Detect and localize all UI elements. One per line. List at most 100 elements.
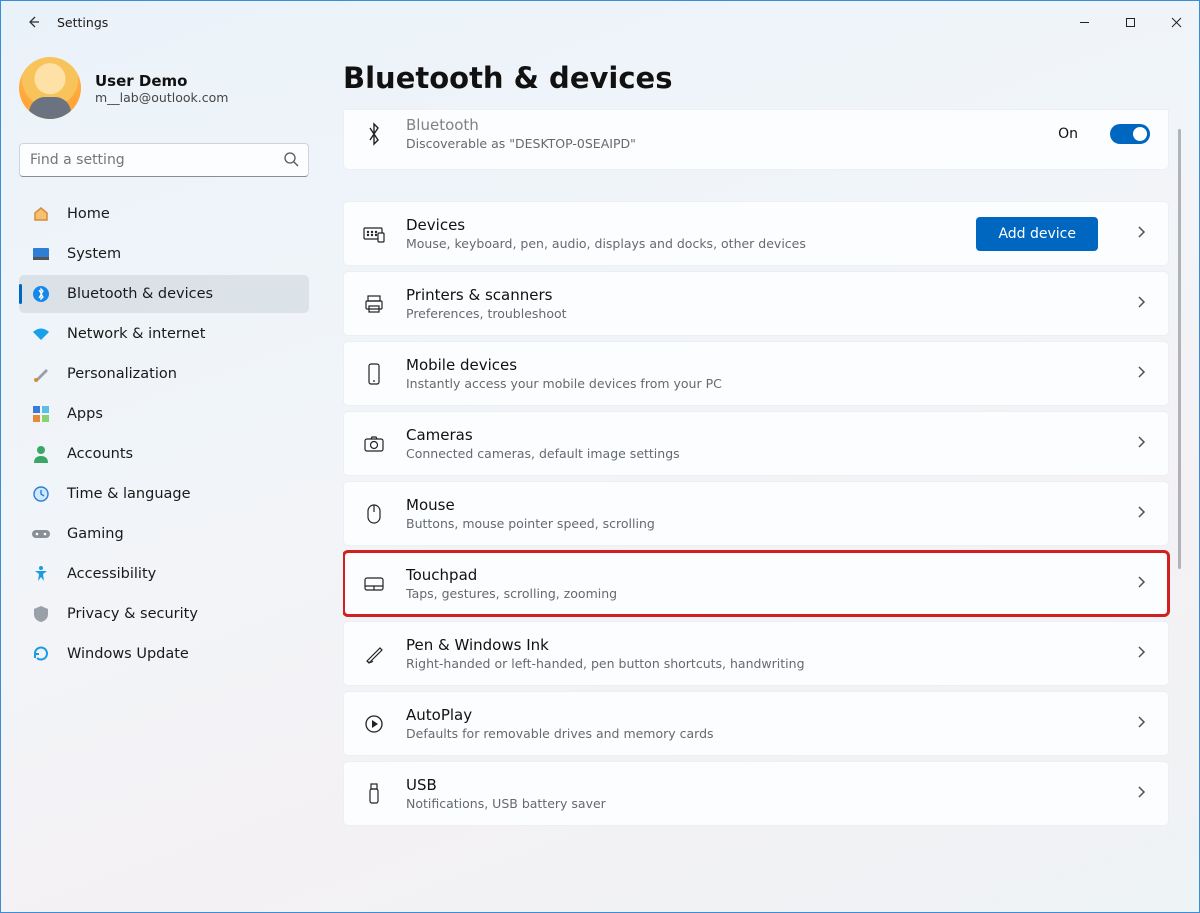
mouse-icon <box>362 503 386 525</box>
nav-label: Accounts <box>67 446 133 462</box>
nav-label: Bluetooth & devices <box>67 286 213 302</box>
clock-globe-icon <box>31 484 51 504</box>
avatar <box>19 57 81 119</box>
back-button[interactable] <box>19 8 47 36</box>
nav-accounts[interactable]: Accounts <box>19 435 309 473</box>
nav-label: Network & internet <box>67 326 205 342</box>
window-title: Settings <box>57 15 108 30</box>
bluetooth-state-label: On <box>1058 126 1078 142</box>
touchpad-title: Touchpad <box>406 566 1112 584</box>
nav-label: Time & language <box>67 486 191 502</box>
printers-subtitle: Preferences, troubleshoot <box>406 306 1112 321</box>
nav-label: System <box>67 246 121 262</box>
sidebar: User Demo m__lab@outlook.com Home System… <box>1 43 323 912</box>
chevron-right-icon <box>1132 294 1150 313</box>
mobile-subtitle: Instantly access your mobile devices fro… <box>406 376 1112 391</box>
devices-card[interactable]: Devices Mouse, keyboard, pen, audio, dis… <box>343 201 1169 266</box>
maximize-icon <box>1125 17 1136 28</box>
gamepad-icon <box>31 524 51 544</box>
nav-label: Gaming <box>67 526 124 542</box>
camera-icon <box>362 435 386 453</box>
cameras-title: Cameras <box>406 426 1112 444</box>
chevron-right-icon <box>1132 784 1150 803</box>
bluetooth-glyph-icon <box>362 122 386 146</box>
nav-bluetooth-devices[interactable]: Bluetooth & devices <box>19 275 309 313</box>
autoplay-card[interactable]: AutoPlay Defaults for removable drives a… <box>343 691 1169 756</box>
touchpad-card[interactable]: Touchpad Taps, gestures, scrolling, zoom… <box>343 551 1169 616</box>
nav-label: Accessibility <box>67 566 156 582</box>
pen-icon <box>362 644 386 664</box>
chevron-right-icon <box>1132 434 1150 453</box>
system-icon <box>31 244 51 264</box>
nav-network[interactable]: Network & internet <box>19 315 309 353</box>
page-title: Bluetooth & devices <box>343 43 1181 109</box>
search-container <box>19 143 309 177</box>
phone-icon <box>362 363 386 385</box>
profile-email: m__lab@outlook.com <box>95 90 228 105</box>
usb-icon <box>362 783 386 805</box>
chevron-right-icon <box>1132 504 1150 523</box>
nav-apps[interactable]: Apps <box>19 395 309 433</box>
printers-card[interactable]: Printers & scanners Preferences, trouble… <box>343 271 1169 336</box>
add-device-button[interactable]: Add device <box>976 217 1098 251</box>
chevron-right-icon <box>1132 644 1150 663</box>
nav-gaming[interactable]: Gaming <box>19 515 309 553</box>
bluetooth-icon <box>31 284 51 304</box>
minimize-button[interactable] <box>1061 1 1107 43</box>
nav-label: Apps <box>67 406 103 422</box>
settings-scroll-area[interactable]: Bluetooth Discoverable as "DESKTOP-0SEAI… <box>343 109 1181 912</box>
nav-windows-update[interactable]: Windows Update <box>19 635 309 673</box>
main-panel: Bluetooth & devices Bluetooth Discoverab… <box>323 43 1199 912</box>
person-icon <box>31 444 51 464</box>
titlebar: Settings <box>1 1 1199 43</box>
mobile-devices-card[interactable]: Mobile devices Instantly access your mob… <box>343 341 1169 406</box>
touchpad-subtitle: Taps, gestures, scrolling, zooming <box>406 586 1112 601</box>
close-button[interactable] <box>1153 1 1199 43</box>
scrollbar[interactable] <box>1178 129 1181 569</box>
nav-label: Home <box>67 206 110 222</box>
chevron-right-icon <box>1132 574 1150 593</box>
nav-list: Home System Bluetooth & devices Network … <box>19 195 309 673</box>
bluetooth-toggle[interactable] <box>1110 124 1150 144</box>
printer-icon <box>362 294 386 314</box>
chevron-right-icon <box>1132 224 1150 243</box>
nav-label: Privacy & security <box>67 606 198 622</box>
window-controls <box>1061 1 1199 43</box>
bluetooth-card[interactable]: Bluetooth Discoverable as "DESKTOP-0SEAI… <box>343 109 1169 170</box>
maximize-button[interactable] <box>1107 1 1153 43</box>
nav-home[interactable]: Home <box>19 195 309 233</box>
nav-personalization[interactable]: Personalization <box>19 355 309 393</box>
bluetooth-subtitle: Discoverable as "DESKTOP-0SEAIPD" <box>406 136 1038 151</box>
printers-title: Printers & scanners <box>406 286 1112 304</box>
mouse-subtitle: Buttons, mouse pointer speed, scrolling <box>406 516 1112 531</box>
pen-ink-card[interactable]: Pen & Windows Ink Right-handed or left-h… <box>343 621 1169 686</box>
autoplay-icon <box>362 714 386 734</box>
profile-name: User Demo <box>95 72 228 90</box>
minimize-icon <box>1079 17 1090 28</box>
wifi-icon <box>31 324 51 344</box>
chevron-right-icon <box>1132 714 1150 733</box>
devices-icon <box>362 225 386 243</box>
touchpad-icon <box>362 576 386 592</box>
update-icon <box>31 644 51 664</box>
pen-title: Pen & Windows Ink <box>406 636 1112 654</box>
close-icon <box>1171 17 1182 28</box>
accessibility-icon <box>31 564 51 584</box>
nav-accessibility[interactable]: Accessibility <box>19 555 309 593</box>
cameras-card[interactable]: Cameras Connected cameras, default image… <box>343 411 1169 476</box>
nav-label: Windows Update <box>67 646 189 662</box>
autoplay-subtitle: Defaults for removable drives and memory… <box>406 726 1112 741</box>
arrow-left-icon <box>25 14 41 30</box>
nav-time-language[interactable]: Time & language <box>19 475 309 513</box>
usb-card[interactable]: USB Notifications, USB battery saver <box>343 761 1169 826</box>
apps-icon <box>31 404 51 424</box>
shield-icon <box>31 604 51 624</box>
nav-system[interactable]: System <box>19 235 309 273</box>
mouse-card[interactable]: Mouse Buttons, mouse pointer speed, scro… <box>343 481 1169 546</box>
devices-title: Devices <box>406 216 956 234</box>
search-input[interactable] <box>19 143 309 177</box>
devices-subtitle: Mouse, keyboard, pen, audio, displays an… <box>406 236 956 251</box>
home-icon <box>31 204 51 224</box>
profile-block[interactable]: User Demo m__lab@outlook.com <box>19 53 309 137</box>
nav-privacy[interactable]: Privacy & security <box>19 595 309 633</box>
